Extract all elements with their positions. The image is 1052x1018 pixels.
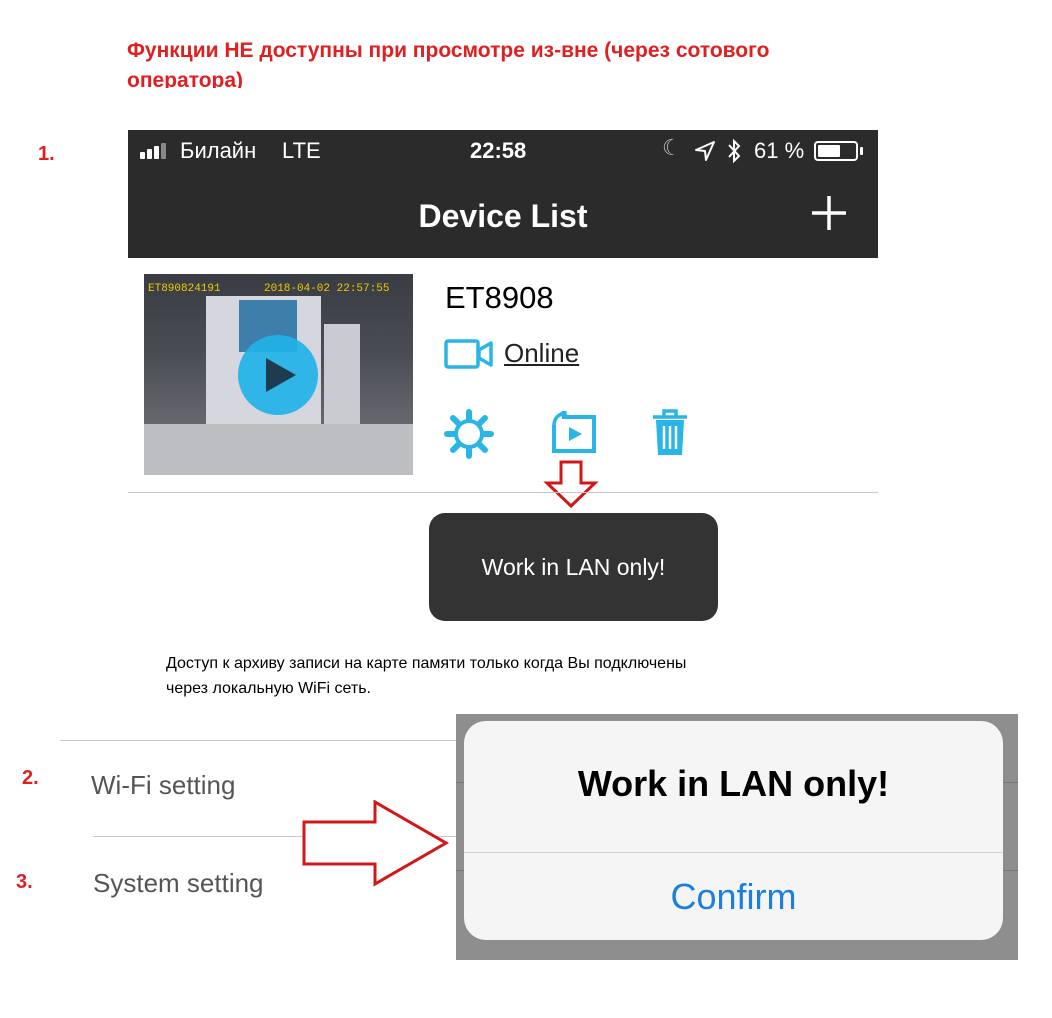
nav-bar: Device List (128, 174, 878, 258)
thumb-timestamp-overlay: 2018-04-02 22:57:55 (264, 283, 390, 295)
annotation-marker-3: 3. (16, 871, 33, 893)
alert-title: Work in LAN only! (577, 763, 890, 804)
playback-archive-icon[interactable] (548, 411, 600, 455)
device-status-link[interactable]: Online (504, 338, 579, 369)
alert-dialog: Work in LAN only! Confirm (464, 721, 1003, 940)
device-row-divider (128, 492, 878, 493)
network-label: LTE (282, 138, 321, 163)
play-icon (266, 358, 296, 392)
device-name: ET8908 (445, 280, 554, 315)
wifi-setting-item[interactable]: Wi-Fi setting (91, 770, 235, 801)
confirm-button[interactable]: Confirm (464, 853, 1003, 940)
battery-percent: 61 % (754, 138, 805, 163)
annotation-marker-1: 1. (38, 143, 55, 165)
status-bar: Билайн LTE 22:58 ☾ 61 % (128, 130, 878, 174)
device-thumbnail[interactable]: ET890824191 2018-04-02 22:57:55 (144, 274, 413, 475)
annotation-marker-2: 2. (22, 767, 39, 789)
annotation-heading: Функции НЕ доступны при просмотре из-вне… (127, 39, 770, 88)
annotation-down-arrow-icon (543, 460, 599, 509)
delete-trash-icon[interactable] (651, 408, 689, 458)
toast-message: Work in LAN only! (429, 513, 718, 621)
play-button[interactable] (238, 335, 318, 415)
system-setting-item[interactable]: System setting (93, 868, 264, 899)
archive-note-line1: Доступ к архиву записи на карте памяти т… (166, 655, 687, 672)
settings-gear-icon[interactable] (444, 409, 494, 459)
battery-fill (818, 145, 840, 157)
annotation-right-arrow-icon (302, 800, 449, 887)
battery-tip (860, 147, 863, 155)
archive-note: Доступ к архиву записи на карте памяти т… (166, 651, 846, 701)
signal-icon (140, 142, 176, 162)
bluetooth-icon (728, 138, 741, 164)
settings-divider-top (60, 740, 460, 741)
battery-icon (814, 141, 858, 161)
camera-icon (444, 339, 493, 369)
carrier-label: Билайн (180, 138, 257, 163)
clock-label: 22:58 (470, 138, 527, 163)
thumb-id-overlay: ET890824191 (148, 283, 221, 295)
location-arrow-icon (695, 141, 715, 161)
archive-note-line2: через локальную WiFi сеть. (166, 680, 371, 697)
page-title: Device List (418, 197, 588, 234)
add-device-icon[interactable] (810, 194, 848, 232)
moon-icon: ☾ (662, 136, 682, 161)
